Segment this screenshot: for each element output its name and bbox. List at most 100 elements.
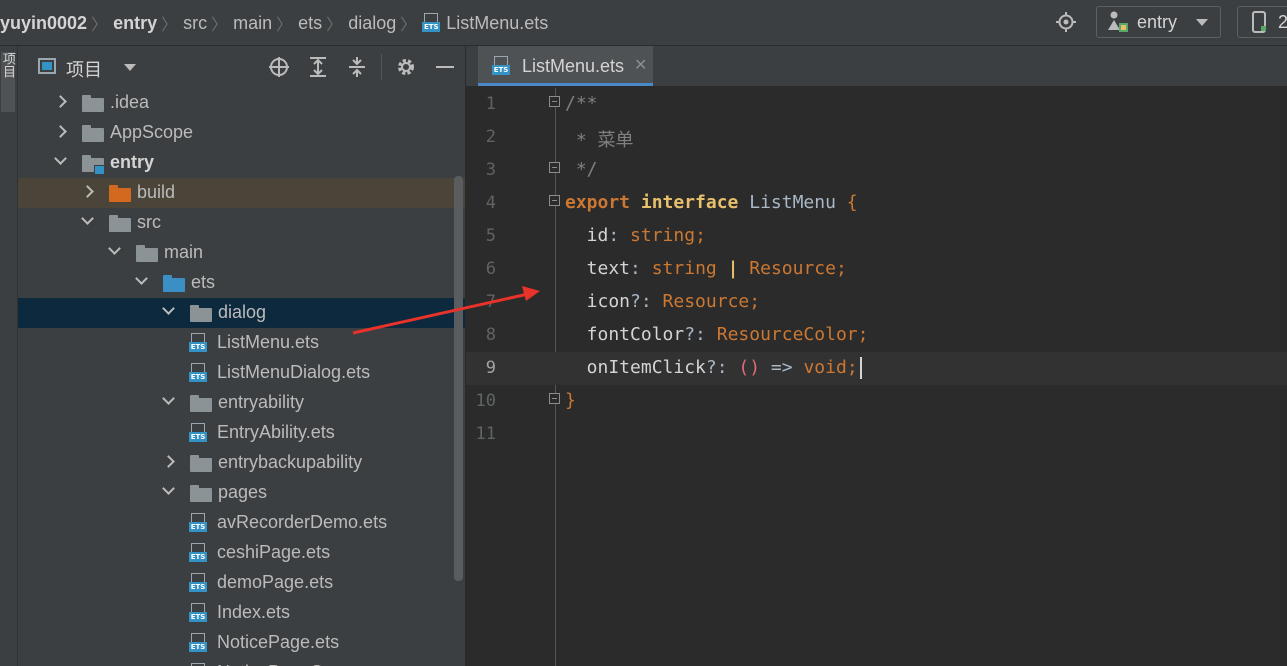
folder-icon	[163, 275, 185, 292]
code-text: export interface ListMenu {	[565, 192, 858, 213]
tree-item[interactable]: ETS EntryAbility.ets	[18, 418, 465, 448]
tree-item[interactable]: ETS avRecorderDemo.ets	[18, 508, 465, 538]
tree-item[interactable]: entrybackupability	[18, 448, 465, 478]
code-text: onItemClick?: () => void;	[565, 357, 862, 379]
tree-item[interactable]: ETS ListMenu.ets	[18, 328, 465, 358]
code-line[interactable]: 7 icon?: Resource;	[466, 286, 1287, 319]
tree-item-label: entryability	[218, 392, 305, 412]
breadcrumb-item[interactable]: ListMenu.ets	[446, 13, 548, 34]
locate-target-icon[interactable]	[1056, 12, 1076, 32]
chevron-right-icon[interactable]	[54, 95, 67, 108]
fold-marker-icon[interactable]	[549, 96, 560, 107]
breadcrumb-separator: 〉	[91, 17, 108, 34]
active-tab-indicator	[478, 83, 653, 86]
select-opened-file-icon[interactable]	[268, 56, 290, 78]
tree-item[interactable]: entryability	[18, 388, 465, 418]
tree-item[interactable]: entry	[18, 148, 465, 178]
chevron-down-icon[interactable]	[108, 242, 121, 255]
hide-panel-icon[interactable]	[436, 66, 454, 68]
tree-item[interactable]: ETS demoPage.ets	[18, 568, 465, 598]
tree-item[interactable]: build	[18, 178, 465, 208]
breadcrumb-item[interactable]: ets	[298, 13, 322, 34]
project-panel: 项目 .idea AppScope entry build src main ets dial…	[18, 46, 465, 666]
project-tool-window-button[interactable]: 项目	[1, 52, 16, 112]
tree-item-label: avRecorderDemo.ets	[217, 512, 388, 532]
fold-marker-icon[interactable]	[549, 393, 560, 404]
project-panel-title[interactable]: 项目	[66, 56, 102, 82]
expand-all-icon[interactable]	[307, 56, 329, 78]
module-icon	[1108, 11, 1128, 32]
code-line[interactable]: 2 * 菜单	[466, 121, 1287, 154]
collapse-all-icon[interactable]	[346, 56, 368, 78]
tree-item[interactable]: src	[18, 208, 465, 238]
code-area[interactable]: 1/** 2 * 菜单 3 */4 export interface ListMenu…	[466, 88, 1287, 666]
tree-item[interactable]: ETS ListMenuDialog.ets	[18, 358, 465, 388]
run-config-label: entry	[1137, 11, 1178, 32]
tree-item-label: pages	[218, 482, 268, 502]
editor-tab-bar: ETS ListMenu.ets ✕	[466, 46, 1287, 86]
code-text: /**	[565, 93, 598, 114]
chevron-right-icon[interactable]	[81, 185, 94, 198]
code-line[interactable]: 1 /**	[466, 88, 1287, 121]
line-number: 10	[475, 391, 496, 411]
chevron-right-icon[interactable]	[162, 455, 175, 468]
tree-item-label: ceshiPage.ets	[217, 542, 331, 562]
tree-item-label: entrybackupability	[218, 452, 363, 472]
line-number: 6	[485, 259, 496, 279]
project-view-icon	[38, 58, 56, 74]
code-line[interactable]: 9 onItemClick?: () => void;	[466, 352, 1287, 385]
breadcrumb-separator: 〉	[400, 17, 417, 34]
gear-icon[interactable]	[395, 56, 417, 78]
line-number: 9	[485, 358, 496, 378]
ets-file-icon: ETS	[189, 513, 207, 533]
tree-item[interactable]: .idea	[18, 88, 465, 118]
device-selector[interactable]: 2	[1237, 6, 1287, 38]
ets-file-icon: ETS	[189, 333, 207, 353]
fold-marker-icon[interactable]	[549, 162, 560, 173]
code-line[interactable]: 8 fontColor?: ResourceColor;	[466, 319, 1287, 352]
tab-listmenu[interactable]: ETS ListMenu.ets ✕	[478, 46, 653, 86]
line-number: 7	[485, 292, 496, 312]
tree-item[interactable]: main	[18, 238, 465, 268]
ets-file-icon: ETS	[189, 543, 207, 563]
chevron-down-icon[interactable]	[162, 392, 175, 405]
breadcrumb-item[interactable]: entry	[113, 13, 157, 34]
tree-item[interactable]: ets	[18, 268, 465, 298]
code-text: id: string;	[565, 225, 706, 246]
chevron-down-icon[interactable]	[54, 152, 67, 165]
code-line[interactable]: 10}	[466, 385, 1287, 418]
code-line[interactable]: 5 id: string;	[466, 220, 1287, 253]
tree-item[interactable]: pages	[18, 478, 465, 508]
breadcrumb-item[interactable]: src	[183, 13, 207, 34]
chevron-down-icon[interactable]	[135, 272, 148, 285]
fold-marker-icon[interactable]	[549, 195, 560, 206]
run-configuration-dropdown[interactable]: entry	[1096, 6, 1221, 38]
chevron-down-icon[interactable]	[81, 212, 94, 225]
tool-window-strip: 项目	[0, 46, 18, 666]
code-line[interactable]: 11	[466, 418, 1287, 451]
code-line[interactable]: 6 text: string | Resource;	[466, 253, 1287, 286]
chevron-right-icon[interactable]	[54, 125, 67, 138]
code-text: */	[565, 159, 598, 180]
view-mode-chevron-down-icon[interactable]	[124, 64, 136, 71]
tree-item[interactable]: dialog	[18, 298, 465, 328]
code-line[interactable]: 3 */	[466, 154, 1287, 187]
tree-item-label: src	[137, 212, 161, 232]
chevron-down-icon[interactable]	[162, 302, 175, 315]
breadcrumb: yuyin0002 〉 entry 〉 src 〉 main 〉 ets 〉 dialog 〉 ETS L…	[0, 11, 548, 35]
tree-item[interactable]: ETS NoticePage.ets	[18, 628, 465, 658]
tree-scrollbar[interactable]	[454, 176, 463, 581]
code-text: * 菜单	[565, 130, 634, 151]
tree-item[interactable]: ETSNoticePageC...	[18, 658, 465, 666]
close-icon[interactable]: ✕	[634, 55, 647, 75]
tree-item[interactable]: ETS Index.ets	[18, 598, 465, 628]
chevron-down-icon[interactable]	[162, 482, 175, 495]
folder-icon	[82, 125, 104, 142]
tree-item[interactable]: ETS ceshiPage.ets	[18, 538, 465, 568]
tree-item-label: ets	[191, 272, 216, 292]
breadcrumb-item[interactable]: main	[233, 13, 272, 34]
tree-item[interactable]: AppScope	[18, 118, 465, 148]
breadcrumb-item[interactable]: dialog	[348, 13, 396, 34]
breadcrumb-item[interactable]: yuyin0002	[0, 13, 87, 34]
code-line[interactable]: 4 export interface ListMenu {	[466, 187, 1287, 220]
